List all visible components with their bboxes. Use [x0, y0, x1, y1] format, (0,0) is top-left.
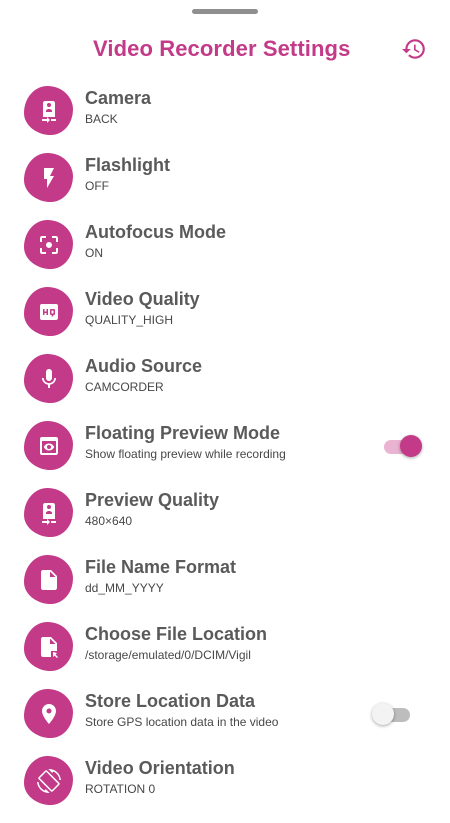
- flash-icon: [24, 153, 73, 202]
- setting-label: Video Orientation: [85, 758, 235, 778]
- setting-value: 480×640: [85, 514, 133, 528]
- settings-header: Video Recorder Settings: [0, 30, 450, 72]
- setting-choose-file-location[interactable]: Choose File Location /storage/emulated/0…: [0, 622, 450, 689]
- setting-label: Audio Source: [85, 356, 203, 376]
- preview-eye-icon: [24, 421, 73, 470]
- file-icon: [24, 555, 73, 604]
- setting-label: Flashlight: [85, 155, 170, 175]
- setting-value: ON: [85, 246, 103, 260]
- rotation-icon: [24, 756, 73, 805]
- camera-switch-icon: [24, 86, 73, 135]
- microphone-icon: [24, 354, 73, 403]
- setting-value: CAMCORDER: [85, 380, 164, 394]
- setting-label: Choose File Location: [85, 624, 268, 644]
- setting-camera[interactable]: Camera BACK: [0, 86, 450, 153]
- history-button[interactable]: [398, 37, 430, 65]
- setting-video-orientation[interactable]: Video Orientation ROTATION 0: [0, 756, 450, 823]
- store-location-toggle[interactable]: [372, 702, 416, 726]
- setting-value: Store GPS location data in the video: [85, 715, 279, 729]
- setting-value: ROTATION 0: [85, 782, 156, 796]
- history-icon: [401, 36, 427, 67]
- setting-flashlight[interactable]: Flashlight OFF: [0, 153, 450, 220]
- setting-label: Store Location Data: [85, 691, 256, 711]
- location-pin-icon: [24, 689, 73, 738]
- setting-floating-preview-mode[interactable]: Floating Preview Mode Show floating prev…: [0, 421, 450, 488]
- floating-preview-toggle[interactable]: [380, 434, 424, 458]
- setting-file-name-format[interactable]: File Name Format dd_MM_YYYY: [0, 555, 450, 622]
- setting-value: BACK: [85, 112, 118, 126]
- setting-audio-source[interactable]: Audio Source CAMCORDER: [0, 354, 450, 421]
- setting-store-location-data[interactable]: Store Location Data Store GPS location d…: [0, 689, 450, 756]
- hq-icon: [24, 287, 73, 336]
- setting-value: QUALITY_HIGH: [85, 313, 174, 327]
- setting-preview-quality[interactable]: Preview Quality 480×640: [0, 488, 450, 555]
- setting-label: Floating Preview Mode: [85, 423, 281, 443]
- file-location-icon: [24, 622, 73, 671]
- setting-value: Show floating preview while recording: [85, 447, 286, 461]
- setting-autofocus-mode[interactable]: Autofocus Mode ON: [0, 220, 450, 287]
- setting-label: File Name Format: [85, 557, 237, 577]
- bottom-sheet-drag-handle[interactable]: [192, 9, 258, 14]
- setting-value: /storage/emulated/0/DCIM/Vigil: [85, 648, 251, 662]
- setting-video-quality[interactable]: Video Quality QUALITY_HIGH: [0, 287, 450, 354]
- setting-value: dd_MM_YYYY: [85, 581, 164, 595]
- setting-label: Camera: [85, 88, 152, 108]
- setting-label: Video Quality: [85, 289, 200, 309]
- toggle-knob: [372, 703, 394, 725]
- toggle-knob: [400, 435, 422, 457]
- setting-label: Preview Quality: [85, 490, 220, 510]
- setting-label: Autofocus Mode: [85, 222, 226, 242]
- camera-switch-icon: [24, 488, 73, 537]
- focus-icon: [24, 220, 73, 269]
- page-title: Video Recorder Settings: [93, 36, 351, 61]
- setting-value: OFF: [85, 179, 109, 193]
